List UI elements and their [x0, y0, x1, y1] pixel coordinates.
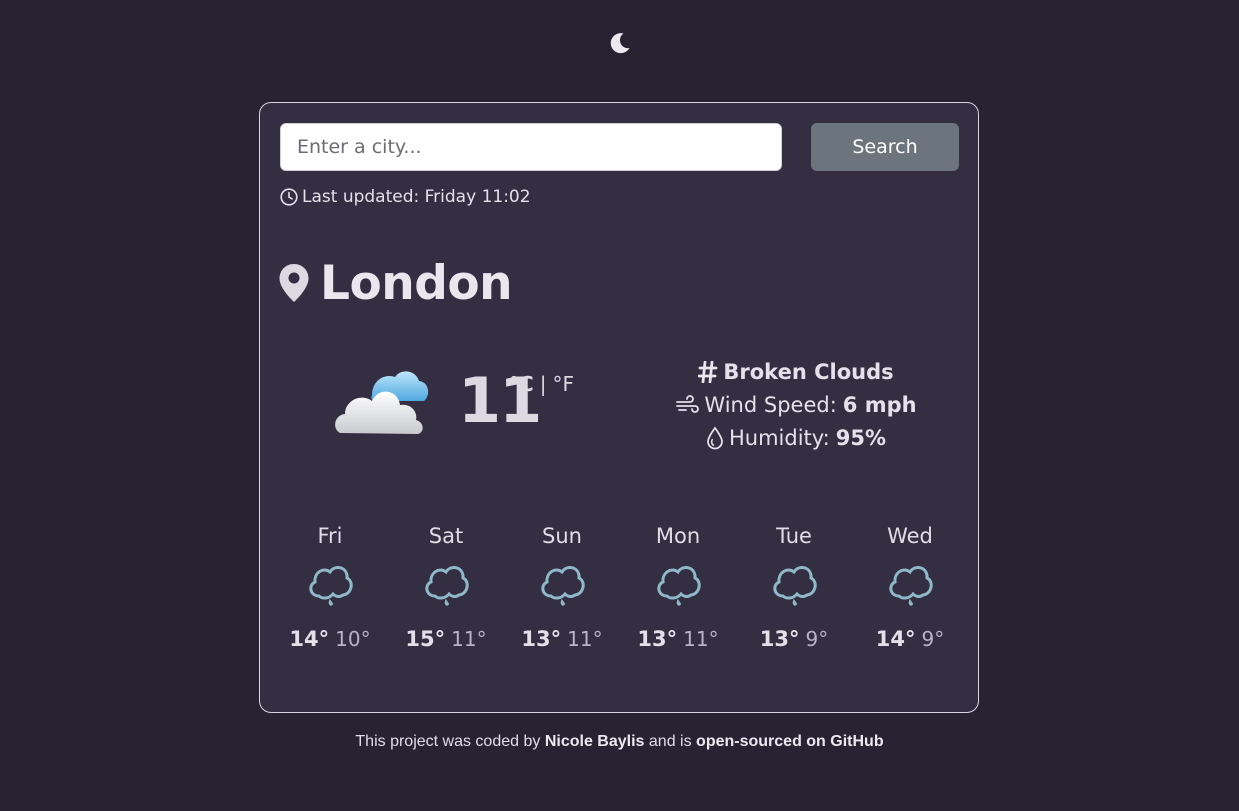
- description-text: Broken Clouds: [723, 359, 894, 384]
- author-link[interactable]: Nicole Baylis: [545, 733, 645, 750]
- rain-cloud-icon: [309, 565, 353, 606]
- forecast-day: Sat 15° 11°: [388, 521, 504, 651]
- forecast-max: 13°: [521, 627, 562, 651]
- moon-icon: [608, 31, 632, 59]
- forecast-max: 14°: [875, 627, 916, 651]
- forecast-day-name: Sun: [542, 524, 582, 548]
- forecast-temps: 14° 10°: [272, 627, 388, 651]
- forecast-min: 11°: [683, 627, 719, 651]
- forecast-day: Tue 13° 9°: [736, 521, 852, 651]
- forecast-min: 9°: [921, 627, 945, 651]
- humidity-value: 95%: [835, 425, 887, 450]
- forecast-day: Wed 14° 9°: [852, 521, 968, 651]
- clock-icon: [280, 188, 298, 206]
- forecast-min: 10°: [335, 627, 371, 651]
- weather-description: Broken Clouds: [668, 355, 924, 388]
- forecast-list: Fri 14° 10° Sat 15° 11° Sun 13° 11° Mon …: [272, 521, 968, 651]
- rain-cloud-icon: [541, 565, 585, 606]
- forecast-day-name: Tue: [776, 524, 812, 548]
- humidity-label: Humidity:: [728, 425, 830, 450]
- humidity: Humidity: 95%: [668, 421, 924, 454]
- forecast-day-name: Mon: [655, 524, 701, 548]
- forecast-max: 14°: [289, 627, 330, 651]
- forecast-max: 13°: [759, 627, 800, 651]
- last-updated-label: Last updated:: [302, 187, 420, 207]
- city-name: London: [320, 255, 513, 311]
- forecast-day: Fri 14° 10°: [272, 521, 388, 651]
- temperature-units: °C | °F: [509, 372, 574, 396]
- cloud-icon: [334, 367, 432, 437]
- rain-cloud-icon: [773, 565, 817, 606]
- last-updated: Last updated: Friday 11:02: [280, 185, 531, 209]
- theme-toggle-button[interactable]: [606, 31, 634, 59]
- footer: This project was coded by Nicole Baylis …: [0, 733, 1239, 751]
- rain-cloud-icon: [889, 565, 933, 606]
- unit-separator: |: [539, 372, 547, 396]
- forecast-day: Mon 13° 11°: [620, 521, 736, 651]
- forecast-min: 11°: [567, 627, 603, 651]
- forecast-max: 13°: [637, 627, 678, 651]
- forecast-temps: 15° 11°: [388, 627, 504, 651]
- footer-prefix: This project was coded by: [355, 733, 541, 750]
- forecast-day: Sun 13° 11°: [504, 521, 620, 651]
- location-pin-icon: [278, 263, 310, 303]
- github-link[interactable]: open-sourced on GitHub: [696, 733, 884, 750]
- forecast-temps: 13° 9°: [736, 627, 852, 651]
- forecast-day-name: Fri: [317, 524, 343, 548]
- forecast-min: 9°: [805, 627, 829, 651]
- celsius-unit[interactable]: °C: [509, 372, 534, 396]
- wind-value: 6 mph: [842, 392, 917, 417]
- weather-card: Search Last updated: Friday 11:02 London: [259, 102, 979, 713]
- rain-cloud-icon: [425, 565, 469, 606]
- forecast-day-name: Wed: [887, 524, 933, 548]
- forecast-temps: 13° 11°: [620, 627, 736, 651]
- forecast-temps: 14° 9°: [852, 627, 968, 651]
- footer-middle: and is: [648, 733, 692, 750]
- forecast-min: 11°: [451, 627, 487, 651]
- wind-speed: Wind Speed: 6 mph: [668, 388, 924, 421]
- city-heading: London: [278, 253, 513, 313]
- hash-icon: [698, 360, 718, 383]
- wind-label: Wind Speed:: [704, 392, 837, 417]
- rain-cloud-icon: [657, 565, 701, 606]
- search-button[interactable]: Search: [811, 123, 959, 171]
- forecast-day-name: Sat: [428, 524, 464, 548]
- forecast-max: 15°: [405, 627, 446, 651]
- forecast-temps: 13° 11°: [504, 627, 620, 651]
- last-updated-value: Friday 11:02: [424, 187, 531, 207]
- droplet-icon: [706, 426, 724, 450]
- weather-details: Broken Clouds Wind Speed: 6 mph Humidity…: [668, 355, 924, 454]
- fahrenheit-link[interactable]: °F: [552, 372, 574, 396]
- wind-icon: [675, 394, 700, 416]
- city-search-input[interactable]: [280, 123, 782, 171]
